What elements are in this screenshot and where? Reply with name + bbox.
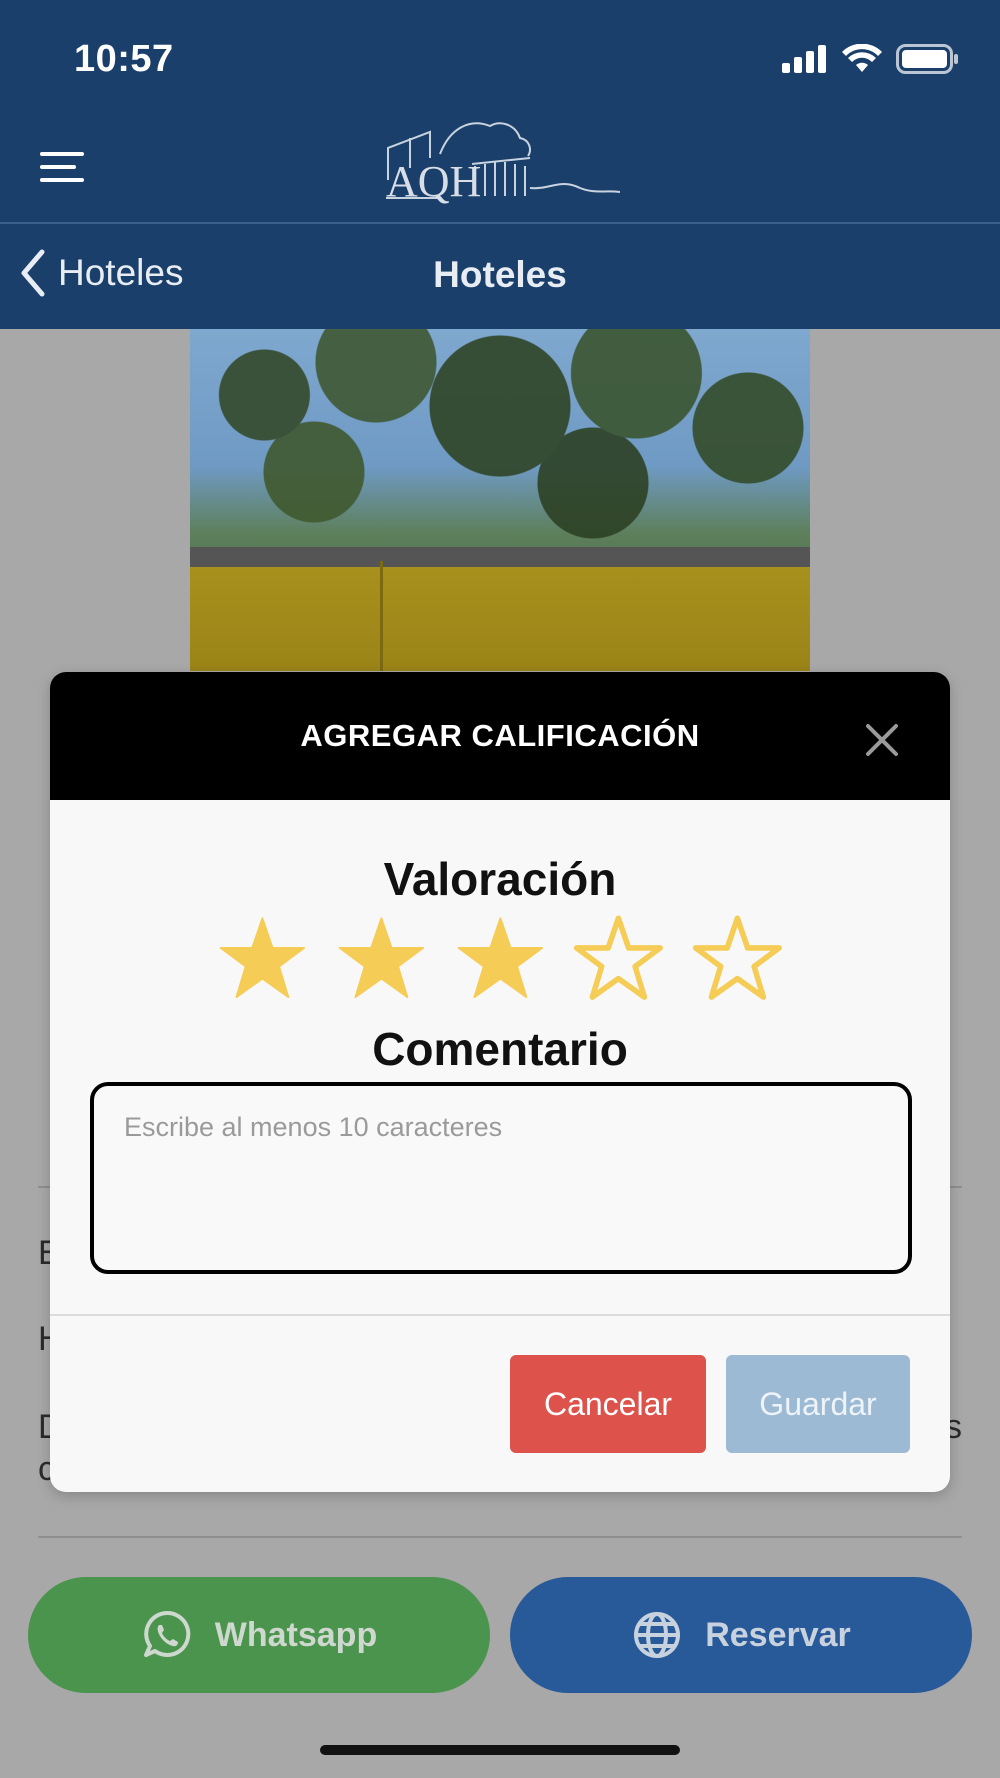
battery-icon <box>896 44 958 74</box>
star-filled-icon[interactable] <box>335 912 428 1008</box>
modal-header: AGREGAR CALIFICACIÓN <box>50 672 950 800</box>
cellular-signal-icon <box>782 45 826 73</box>
rating-modal: AGREGAR CALIFICACIÓN Valoración Comentar… <box>50 672 950 1492</box>
wifi-icon <box>842 44 882 72</box>
whatsapp-icon <box>143 1610 191 1657</box>
rating-label: Valoración <box>383 853 617 905</box>
status-icons <box>782 44 960 74</box>
whatsapp-label: Whatsapp <box>214 1615 378 1654</box>
status-time: 10:57 <box>74 38 174 80</box>
navigation-bar: Hoteles Hoteles <box>0 224 1000 329</box>
star-empty-icon[interactable] <box>691 912 784 1008</box>
whatsapp-button[interactable]: Whatsapp <box>28 1577 490 1693</box>
content-divider <box>38 1536 962 1538</box>
cancel-button[interactable]: Cancelar <box>510 1355 706 1453</box>
hamburger-icon[interactable] <box>40 152 84 182</box>
star-filled-icon[interactable] <box>216 912 309 1008</box>
hotel-photo <box>190 329 810 671</box>
comment-input[interactable] <box>90 1082 912 1274</box>
star-empty-icon[interactable] <box>572 912 665 1008</box>
modal-divider <box>50 1314 950 1316</box>
page-title: Hoteles <box>433 254 567 295</box>
star-rating[interactable] <box>216 912 784 1008</box>
close-icon[interactable] <box>864 722 900 758</box>
globe-icon <box>634 1612 681 1658</box>
star-filled-icon[interactable] <box>454 912 547 1008</box>
reservar-button[interactable]: Reservar <box>510 1577 972 1693</box>
home-indicator <box>320 1745 680 1755</box>
aqh-logo: AQH <box>386 122 620 206</box>
modal-title: AGREGAR CALIFICACIÓN <box>300 718 700 753</box>
reservar-label: Reservar <box>705 1615 851 1654</box>
save-button[interactable]: Guardar <box>726 1355 910 1453</box>
app-header: 10:57 AQH <box>0 0 1000 222</box>
comment-label: Comentario <box>372 1023 628 1075</box>
logo-text: AQH <box>386 157 481 206</box>
